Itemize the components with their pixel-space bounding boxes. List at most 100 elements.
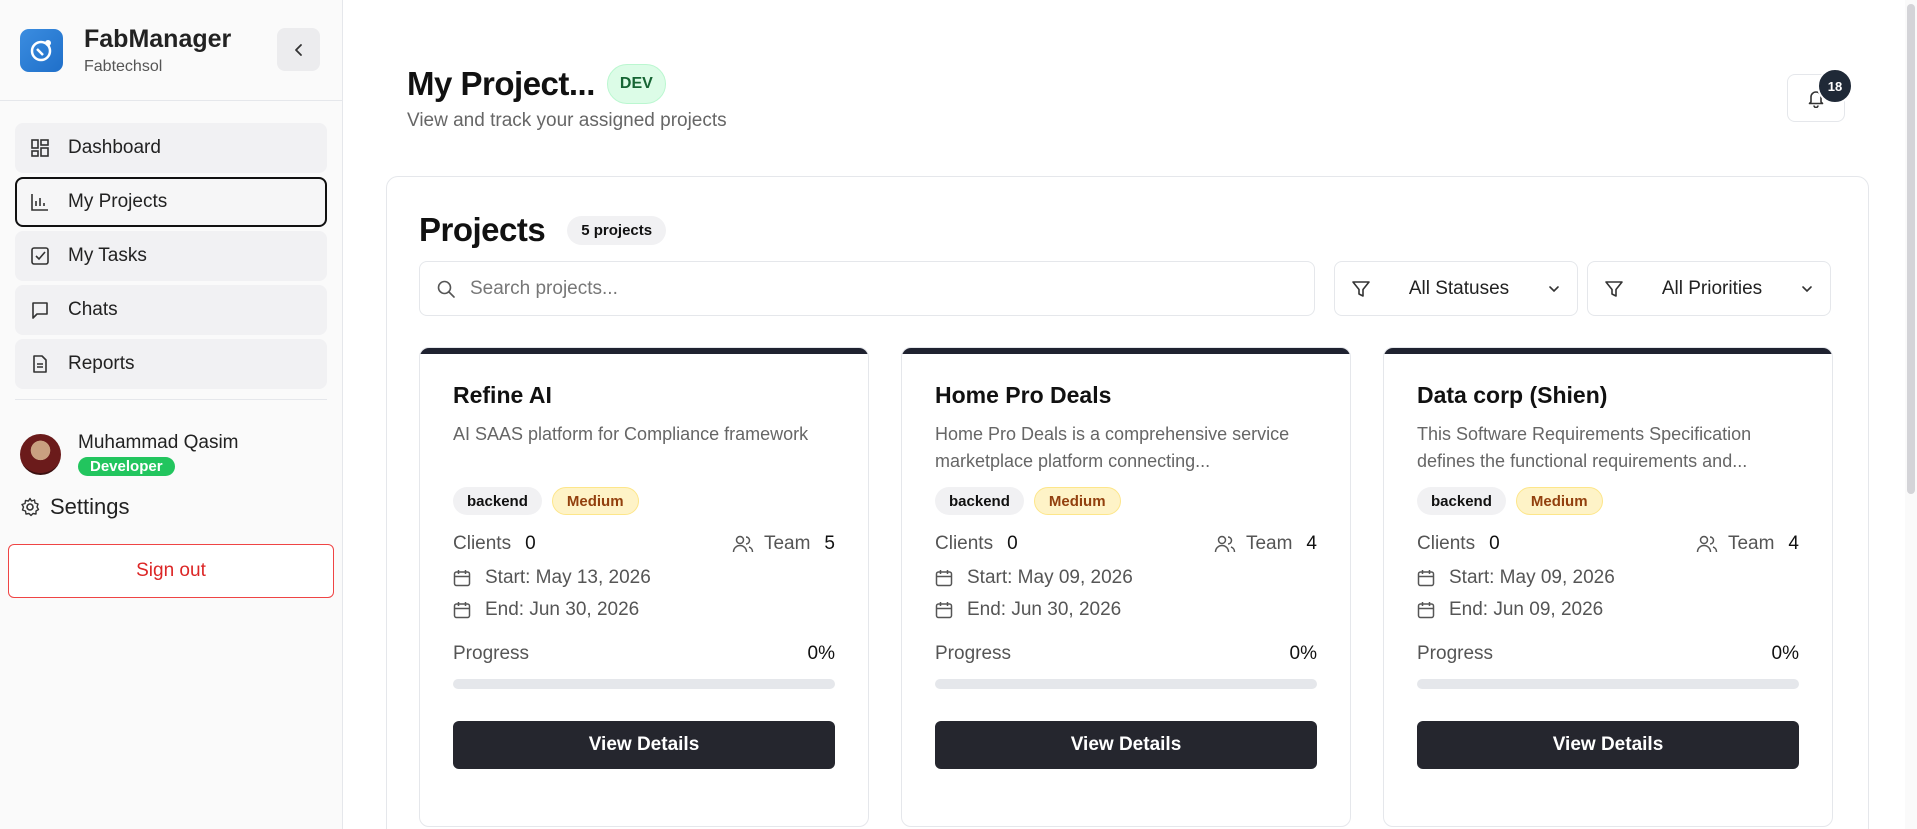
priority-filter-select[interactable]: All Priorities	[1587, 261, 1831, 316]
project-description: This Software Requirements Specification…	[1417, 424, 1752, 471]
project-name: Data corp (Shien)	[1417, 382, 1608, 408]
project-description: AI SAAS platform for Compliance framewor…	[453, 424, 809, 444]
project-card: Data corp (Shien) This Software Requirem…	[1383, 347, 1833, 827]
search-input[interactable]	[470, 277, 1270, 300]
role-badge: Developer	[78, 457, 175, 476]
calendar-icon	[453, 570, 471, 587]
view-details-button[interactable]: View Details	[453, 721, 835, 769]
team-stat: Team 4	[1214, 533, 1317, 555]
project-card: Refine AI AI SAAS platform for Complianc…	[419, 347, 869, 827]
chevron-down-icon	[1549, 285, 1559, 292]
progress-percent: 0%	[807, 643, 835, 664]
sign-out-button[interactable]: Sign out	[8, 544, 334, 598]
search-box[interactable]	[419, 261, 1315, 316]
sidebar-item-dashboard[interactable]: Dashboard	[15, 123, 327, 173]
view-details-button[interactable]: View Details	[935, 721, 1317, 769]
clients-label: Clients	[453, 533, 512, 554]
progress-percent: 0%	[1289, 643, 1317, 664]
team-label: Team	[763, 533, 811, 554]
chevron-down-icon	[1802, 285, 1812, 292]
priority-badge: Medium	[1515, 487, 1603, 515]
chart-icon	[31, 194, 48, 211]
clients-stat: Clients 0	[453, 533, 536, 555]
page-header: My Project... DEV View and track your as…	[407, 64, 727, 132]
team-label: Team	[1245, 533, 1293, 554]
document-icon	[33, 355, 47, 373]
team-stat: Team 4	[1696, 533, 1799, 555]
start-date: Start: May 13, 2026	[485, 567, 651, 588]
brand-text: FabManager Fabtechsol	[84, 24, 231, 76]
collapse-sidebar-button[interactable]	[277, 28, 320, 71]
calendar-icon	[453, 602, 471, 619]
sidebar-item-label: My Tasks	[68, 245, 147, 266]
sidebar-item-label: My Projects	[68, 191, 168, 212]
priority-filter-value: All Priorities	[1661, 277, 1763, 299]
team-stat: Team 5	[732, 533, 835, 555]
priority-badge: Medium	[1033, 487, 1121, 515]
gear-icon	[21, 497, 40, 517]
end-date: End: Jun 30, 2026	[485, 599, 640, 620]
progress-bar	[453, 679, 835, 689]
sidebar-item-label: Chats	[68, 299, 118, 320]
brand-subtitle: Fabtechsol	[84, 58, 163, 75]
sidebar: FabManager Fabtechsol Dashboard My Proje…	[0, 0, 343, 829]
users-icon	[1696, 535, 1718, 553]
project-description: Home Pro Deals is a comprehensive servic…	[935, 424, 1290, 471]
team-count: 5	[824, 533, 835, 554]
progress-label: Progress	[1417, 643, 1494, 664]
view-details-button[interactable]: View Details	[1417, 721, 1799, 769]
start-date: Start: May 09, 2026	[967, 567, 1133, 588]
scrollbar-thumb[interactable]	[1907, 4, 1915, 494]
tech-tag: backend	[935, 487, 1024, 515]
notification-count-badge: 18	[1817, 68, 1853, 104]
dashboard-icon	[31, 139, 49, 157]
end-date: End: Jun 30, 2026	[967, 599, 1122, 620]
settings-link[interactable]: Settings	[0, 494, 342, 520]
app-logo-icon	[20, 28, 63, 72]
filter-icon	[1605, 280, 1623, 297]
user-name: Muhammad Qasim	[78, 432, 239, 453]
progress-bar	[935, 679, 1317, 689]
progress-percent: 0%	[1771, 643, 1799, 664]
clients-label: Clients	[935, 533, 994, 554]
start-date: Start: May 09, 2026	[1449, 567, 1615, 588]
calendar-icon	[1417, 602, 1435, 619]
sidebar-item-my-projects[interactable]: My Projects	[15, 177, 327, 227]
settings-label: Settings	[50, 494, 130, 519]
sidebar-item-chats[interactable]: Chats	[15, 285, 327, 335]
page-subtitle: View and track your assigned projects	[407, 110, 727, 131]
users-icon	[732, 535, 754, 553]
clients-stat: Clients 0	[935, 533, 1018, 555]
chat-icon	[32, 302, 48, 319]
filter-icon	[1352, 280, 1370, 297]
end-date: End: Jun 09, 2026	[1449, 599, 1604, 620]
clients-label: Clients	[1417, 533, 1476, 554]
page-title-row: My Project... DEV	[407, 64, 727, 104]
tech-tag: backend	[453, 487, 542, 515]
tech-tag: backend	[1417, 487, 1506, 515]
status-filter-select[interactable]: All Statuses	[1334, 261, 1578, 316]
project-name: Refine AI	[453, 382, 552, 408]
projects-panel: Projects 5 projects All Statuses All Pri…	[386, 176, 1869, 829]
user-info: Muhammad Qasim Developer	[78, 432, 239, 476]
user-profile[interactable]: Muhammad Qasim Developer	[0, 432, 342, 476]
env-badge: DEV	[606, 64, 666, 104]
users-icon	[1214, 535, 1236, 553]
progress-label: Progress	[453, 643, 530, 664]
main-content: My Project... DEV View and track your as…	[343, 0, 1917, 829]
project-card: Home Pro Deals Home Pro Deals is a compr…	[901, 347, 1351, 827]
progress-bar	[1417, 679, 1799, 689]
sidebar-item-label: Reports	[68, 353, 135, 374]
brand-title: FabManager	[84, 25, 232, 53]
avatar	[20, 433, 61, 475]
sidebar-item-reports[interactable]: Reports	[15, 339, 327, 389]
page-scrollbar[interactable]	[1905, 0, 1917, 829]
priority-badge: Medium	[551, 487, 639, 515]
project-count-badge: 5 projects	[567, 215, 667, 245]
sidebar-item-my-tasks[interactable]: My Tasks	[15, 231, 327, 281]
search-icon	[437, 280, 455, 298]
status-filter-value: All Statuses	[1408, 277, 1510, 299]
chevron-left-icon	[294, 43, 302, 56]
clients-stat: Clients 0	[1417, 533, 1500, 555]
sidebar-divider	[15, 399, 327, 400]
